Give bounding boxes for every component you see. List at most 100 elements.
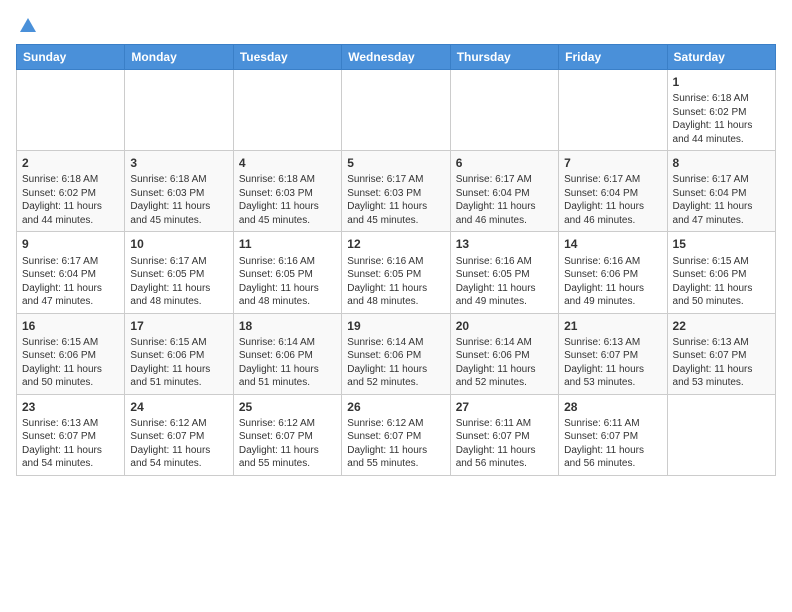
day-info-line: and 48 minutes.	[130, 295, 227, 309]
day-info-line: Sunrise: 6:11 AM	[456, 417, 553, 431]
calendar-cell: 24Sunrise: 6:12 AMSunset: 6:07 PMDayligh…	[125, 394, 233, 475]
calendar-cell	[125, 70, 233, 151]
day-info-line: and 54 minutes.	[130, 457, 227, 471]
day-info-line: Daylight: 11 hours	[564, 282, 661, 296]
day-info-line: and 51 minutes.	[239, 376, 336, 390]
day-info-line: Daylight: 11 hours	[564, 444, 661, 458]
day-header-sunday: Sunday	[17, 45, 125, 70]
logo	[16, 16, 38, 36]
day-info-line: Daylight: 11 hours	[22, 444, 119, 458]
day-info-line: Sunset: 6:06 PM	[130, 349, 227, 363]
calendar-cell	[17, 70, 125, 151]
day-info-line: and 45 minutes.	[347, 214, 444, 228]
day-info-line: and 52 minutes.	[347, 376, 444, 390]
day-info-line: Daylight: 11 hours	[456, 444, 553, 458]
cell-content: 10Sunrise: 6:17 AMSunset: 6:05 PMDayligh…	[130, 236, 227, 308]
day-info-line: Sunrise: 6:17 AM	[347, 173, 444, 187]
day-header-tuesday: Tuesday	[233, 45, 341, 70]
day-info-line: Sunset: 6:06 PM	[456, 349, 553, 363]
day-info-line: Sunset: 6:04 PM	[456, 187, 553, 201]
calendar-cell: 7Sunrise: 6:17 AMSunset: 6:04 PMDaylight…	[559, 151, 667, 232]
day-info-line: Sunset: 6:06 PM	[564, 268, 661, 282]
day-number: 1	[673, 74, 770, 90]
day-number: 10	[130, 236, 227, 252]
calendar-week-4: 23Sunrise: 6:13 AMSunset: 6:07 PMDayligh…	[17, 394, 776, 475]
day-info-line: Sunrise: 6:12 AM	[130, 417, 227, 431]
day-number: 17	[130, 318, 227, 334]
day-info-line: Sunrise: 6:14 AM	[347, 336, 444, 350]
cell-content: 24Sunrise: 6:12 AMSunset: 6:07 PMDayligh…	[130, 399, 227, 471]
calendar-cell: 16Sunrise: 6:15 AMSunset: 6:06 PMDayligh…	[17, 313, 125, 394]
day-info-line: and 44 minutes.	[22, 214, 119, 228]
cell-content: 23Sunrise: 6:13 AMSunset: 6:07 PMDayligh…	[22, 399, 119, 471]
day-info-line: Sunset: 6:06 PM	[22, 349, 119, 363]
calendar-week-1: 2Sunrise: 6:18 AMSunset: 6:02 PMDaylight…	[17, 151, 776, 232]
day-info-line: Sunset: 6:07 PM	[673, 349, 770, 363]
day-info-line: and 51 minutes.	[130, 376, 227, 390]
calendar-cell: 10Sunrise: 6:17 AMSunset: 6:05 PMDayligh…	[125, 232, 233, 313]
calendar-cell: 2Sunrise: 6:18 AMSunset: 6:02 PMDaylight…	[17, 151, 125, 232]
day-info-line: and 44 minutes.	[673, 133, 770, 147]
day-info-line: Sunrise: 6:17 AM	[673, 173, 770, 187]
day-info-line: and 54 minutes.	[22, 457, 119, 471]
day-info-line: Sunset: 6:07 PM	[456, 430, 553, 444]
calendar-cell: 13Sunrise: 6:16 AMSunset: 6:05 PMDayligh…	[450, 232, 558, 313]
day-info-line: Daylight: 11 hours	[456, 282, 553, 296]
cell-content: 20Sunrise: 6:14 AMSunset: 6:06 PMDayligh…	[456, 318, 553, 390]
cell-content: 5Sunrise: 6:17 AMSunset: 6:03 PMDaylight…	[347, 155, 444, 227]
calendar-cell: 1Sunrise: 6:18 AMSunset: 6:02 PMDaylight…	[667, 70, 775, 151]
day-number: 5	[347, 155, 444, 171]
calendar-cell: 4Sunrise: 6:18 AMSunset: 6:03 PMDaylight…	[233, 151, 341, 232]
calendar-cell: 19Sunrise: 6:14 AMSunset: 6:06 PMDayligh…	[342, 313, 450, 394]
day-number: 25	[239, 399, 336, 415]
day-info-line: Sunset: 6:05 PM	[347, 268, 444, 282]
day-header-wednesday: Wednesday	[342, 45, 450, 70]
day-info-line: Daylight: 11 hours	[673, 119, 770, 133]
calendar-cell: 11Sunrise: 6:16 AMSunset: 6:05 PMDayligh…	[233, 232, 341, 313]
day-info-line: Sunset: 6:02 PM	[22, 187, 119, 201]
calendar-cell	[233, 70, 341, 151]
day-info-line: Daylight: 11 hours	[564, 200, 661, 214]
calendar-cell: 26Sunrise: 6:12 AMSunset: 6:07 PMDayligh…	[342, 394, 450, 475]
day-info-line: Sunrise: 6:17 AM	[456, 173, 553, 187]
day-info-line: Sunrise: 6:17 AM	[22, 255, 119, 269]
day-info-line: and 56 minutes.	[564, 457, 661, 471]
day-info-line: and 50 minutes.	[673, 295, 770, 309]
logo-icon	[18, 16, 38, 36]
day-info-line: Daylight: 11 hours	[130, 363, 227, 377]
day-info-line: Sunset: 6:05 PM	[239, 268, 336, 282]
cell-content: 7Sunrise: 6:17 AMSunset: 6:04 PMDaylight…	[564, 155, 661, 227]
day-info-line: Daylight: 11 hours	[564, 363, 661, 377]
day-header-monday: Monday	[125, 45, 233, 70]
day-number: 27	[456, 399, 553, 415]
cell-content: 17Sunrise: 6:15 AMSunset: 6:06 PMDayligh…	[130, 318, 227, 390]
day-info-line: Sunrise: 6:16 AM	[347, 255, 444, 269]
day-info-line: Sunset: 6:07 PM	[564, 430, 661, 444]
calendar-cell: 5Sunrise: 6:17 AMSunset: 6:03 PMDaylight…	[342, 151, 450, 232]
day-info-line: Daylight: 11 hours	[22, 363, 119, 377]
day-info-line: and 55 minutes.	[347, 457, 444, 471]
day-info-line: Sunrise: 6:16 AM	[564, 255, 661, 269]
cell-content: 12 Sunrise: 6:16 AMSunset: 6:05 PMDayligh…	[347, 236, 444, 308]
day-info-line: Sunrise: 6:15 AM	[22, 336, 119, 350]
day-info-line: Sunrise: 6:18 AM	[22, 173, 119, 187]
day-info-line: Daylight: 11 hours	[347, 282, 444, 296]
day-info-line: and 48 minutes.	[347, 295, 444, 309]
cell-content: 2Sunrise: 6:18 AMSunset: 6:02 PMDaylight…	[22, 155, 119, 227]
day-info-line: and 46 minutes.	[564, 214, 661, 228]
calendar-cell	[667, 394, 775, 475]
day-info-line: Daylight: 11 hours	[673, 200, 770, 214]
day-number: 15	[673, 236, 770, 252]
day-info-line: Sunset: 6:07 PM	[347, 430, 444, 444]
day-number: 9	[22, 236, 119, 252]
calendar-cell	[559, 70, 667, 151]
calendar-cell: 22Sunrise: 6:13 AMSunset: 6:07 PMDayligh…	[667, 313, 775, 394]
day-number: 12	[347, 236, 444, 252]
day-info-line: and 47 minutes.	[22, 295, 119, 309]
day-number: 13	[456, 236, 553, 252]
calendar-cell: 27 Sunrise: 6:11 AMSunset: 6:07 PMDayligh…	[450, 394, 558, 475]
day-info-line: Daylight: 11 hours	[130, 282, 227, 296]
day-info-line: Sunrise: 6:18 AM	[239, 173, 336, 187]
cell-content: 13Sunrise: 6:16 AMSunset: 6:05 PMDayligh…	[456, 236, 553, 308]
calendar-cell: 18Sunrise: 6:14 AMSunset: 6:06 PMDayligh…	[233, 313, 341, 394]
